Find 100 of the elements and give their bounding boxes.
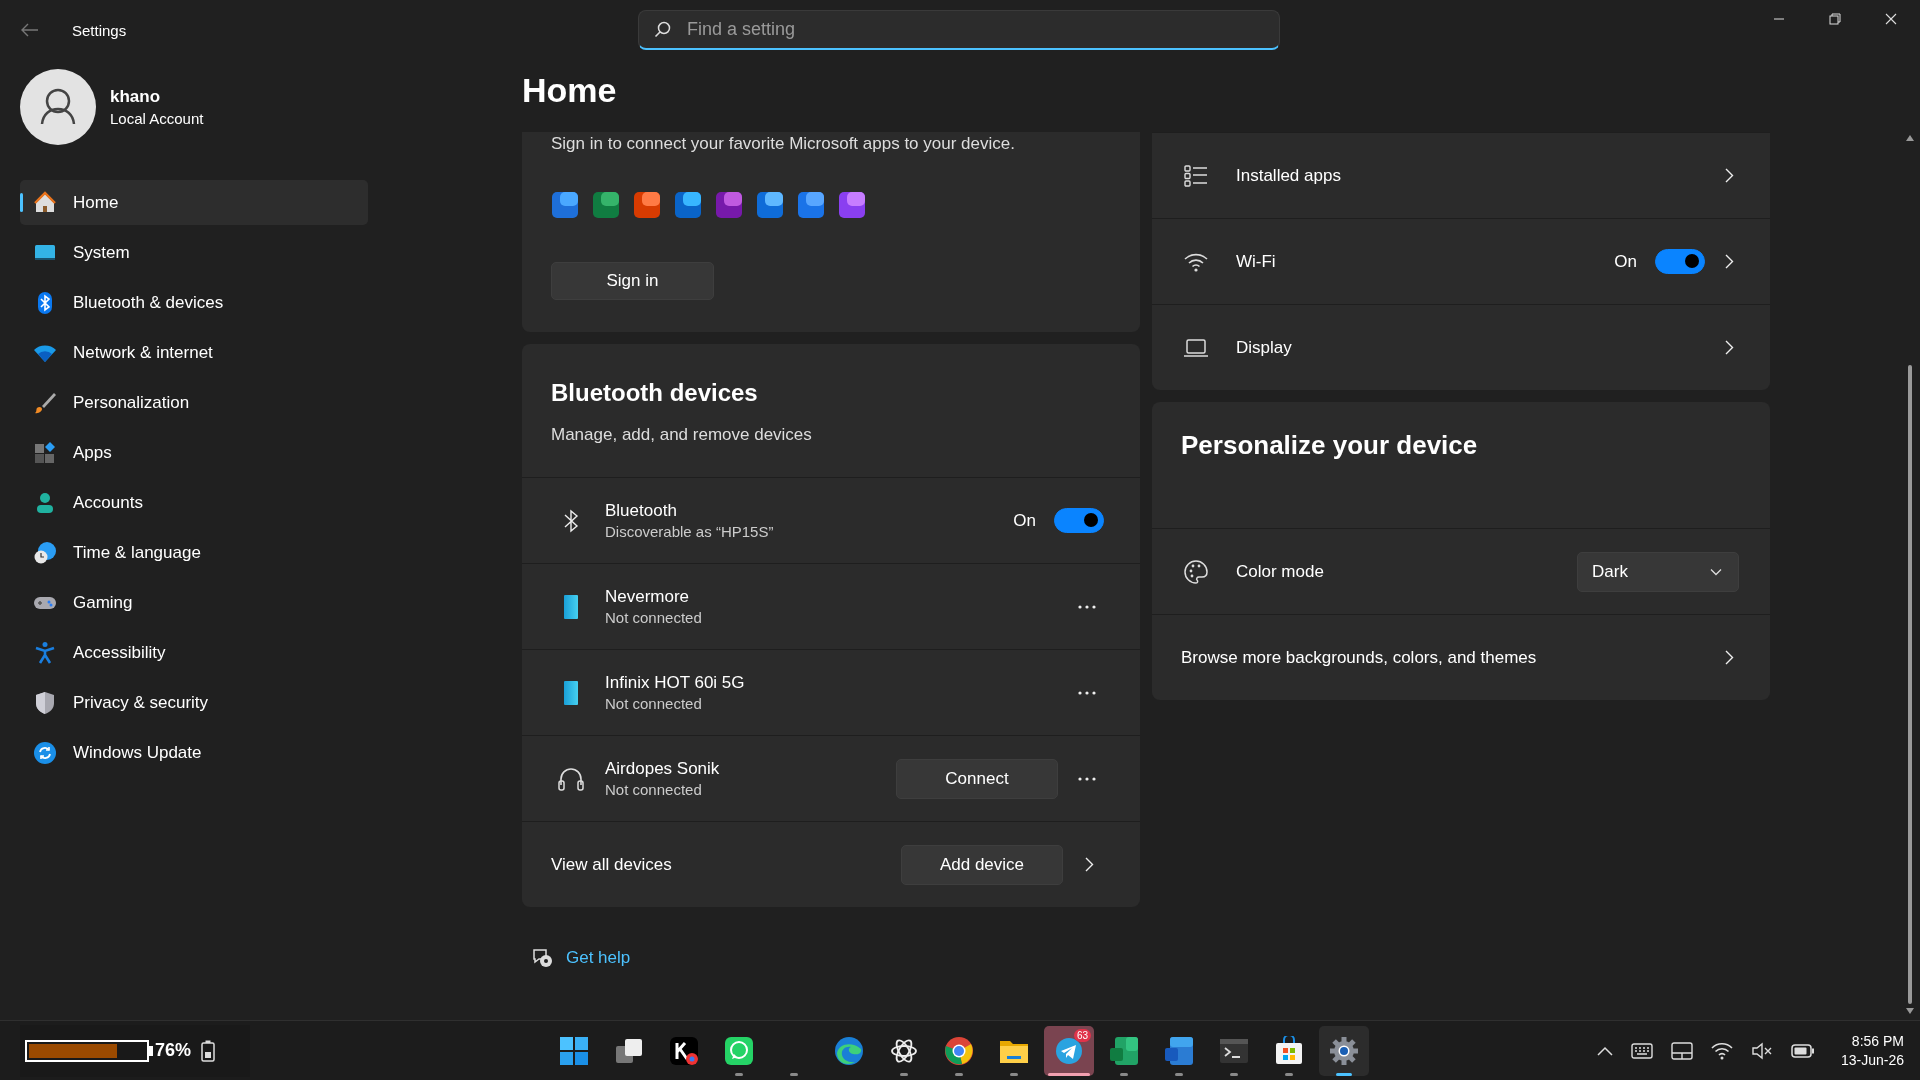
chevron-right-icon[interactable] bbox=[1725, 650, 1734, 665]
sidebar-item[interactable]: Home bbox=[20, 180, 368, 225]
update-icon bbox=[33, 740, 57, 765]
sign-in-text: Sign in to connect your favorite Microsoft apps to your device. bbox=[550, 133, 1016, 155]
back-icon[interactable] bbox=[21, 23, 39, 37]
document-icon bbox=[1164, 1035, 1194, 1066]
sidebar-item[interactable]: System bbox=[20, 230, 368, 275]
globe-clock-icon bbox=[33, 540, 57, 565]
close-icon[interactable] bbox=[1885, 13, 1897, 25]
app-icon bbox=[715, 190, 743, 220]
app-indicator bbox=[1048, 1072, 1090, 1076]
touchpad-icon[interactable] bbox=[1670, 1041, 1693, 1060]
get-help-link[interactable]: Get help bbox=[566, 948, 631, 968]
device-name: Infinix HOT 60i 5G bbox=[605, 673, 746, 693]
app-indicator bbox=[735, 1072, 743, 1076]
page-title: Home bbox=[522, 70, 618, 111]
toggle-switch[interactable] bbox=[1655, 249, 1705, 274]
account-name: khano bbox=[110, 87, 162, 107]
add-device-button[interactable]: Add device bbox=[901, 844, 1063, 885]
sidebar-item[interactable]: Accounts bbox=[20, 480, 368, 525]
keyboard-icon[interactable] bbox=[1630, 1042, 1653, 1059]
chevron-right-icon[interactable] bbox=[1085, 857, 1094, 872]
notification-badge: 63 bbox=[1073, 1028, 1091, 1042]
setting-label: Installed apps bbox=[1236, 165, 1342, 186]
taskbar-button[interactable] bbox=[1319, 1025, 1369, 1076]
taskbar-button[interactable]: 63 bbox=[1044, 1025, 1094, 1076]
app-indicator bbox=[1336, 1072, 1352, 1076]
battery-icon bbox=[201, 1039, 216, 1062]
setting-description: Discoverable as “HP15S” bbox=[605, 523, 775, 540]
device-name: Nevermore bbox=[605, 587, 691, 607]
accessibility-icon bbox=[33, 640, 57, 665]
device-status: Not connected bbox=[605, 781, 703, 798]
more-icon[interactable] bbox=[1078, 776, 1096, 781]
browser-icon bbox=[944, 1035, 974, 1066]
setting-label: Display bbox=[1236, 337, 1293, 358]
sign-in-button[interactable]: Sign in bbox=[551, 262, 714, 300]
chevron-right-icon[interactable] bbox=[1725, 168, 1734, 183]
clock[interactable]: 8:56 PM 13-Jun-26 bbox=[1840, 1031, 1904, 1070]
sidebar-item[interactable]: Accessibility bbox=[20, 630, 368, 675]
card-title: Bluetooth devices bbox=[551, 378, 759, 408]
sidebar-item[interactable]: Network & internet bbox=[20, 330, 368, 375]
sidebar-item[interactable]: Personalization bbox=[20, 380, 368, 425]
browser-icon bbox=[834, 1035, 864, 1066]
browse-themes-link[interactable]: Browse more backgrounds, colors, and themes bbox=[1181, 647, 1705, 668]
help-chat-icon bbox=[531, 947, 553, 969]
sidebar-item[interactable]: Apps bbox=[20, 430, 368, 475]
scroll-up-icon[interactable] bbox=[1906, 135, 1914, 141]
chevron-up-icon[interactable] bbox=[1596, 1045, 1613, 1056]
muted-speaker-icon[interactable] bbox=[1750, 1041, 1773, 1060]
battery-percentage: 76% bbox=[155, 1040, 192, 1061]
chevron-down-icon bbox=[1710, 567, 1722, 576]
app-indicator bbox=[1285, 1072, 1293, 1076]
windows-logo-icon bbox=[559, 1035, 589, 1066]
device-status: Not connected bbox=[605, 609, 703, 626]
card-subtitle: Manage, add, and remove devices bbox=[551, 424, 813, 446]
sidebar-item[interactable]: Gaming bbox=[20, 580, 368, 625]
color-mode-dropdown[interactable]: Dark bbox=[1577, 551, 1739, 592]
more-icon[interactable] bbox=[1078, 690, 1096, 695]
chevron-right-icon[interactable] bbox=[1725, 340, 1734, 355]
toggle-state: On bbox=[1614, 251, 1637, 272]
app-icon bbox=[592, 190, 620, 220]
toggle-state: On bbox=[1013, 510, 1036, 531]
toggle-switch[interactable] bbox=[1054, 508, 1104, 533]
scroll-down-icon[interactable] bbox=[1906, 1008, 1914, 1014]
app-indicator bbox=[790, 1072, 798, 1076]
device-status: Not connected bbox=[605, 695, 703, 712]
window-title: Settings bbox=[72, 21, 127, 39]
sidebar-item[interactable]: Bluetooth & devices bbox=[20, 280, 368, 325]
chat-app-icon bbox=[724, 1035, 754, 1066]
shield-icon bbox=[33, 690, 57, 715]
app-icon bbox=[633, 190, 661, 220]
app-indicator bbox=[900, 1072, 908, 1076]
app-indicator bbox=[1175, 1072, 1183, 1076]
avatar-icon bbox=[20, 69, 96, 145]
restore-icon[interactable] bbox=[1829, 13, 1841, 25]
store-bag-icon bbox=[1274, 1035, 1304, 1066]
scrollbar-thumb[interactable] bbox=[1908, 365, 1912, 1004]
palette-icon bbox=[1181, 558, 1211, 585]
app-icon bbox=[669, 1035, 699, 1066]
sidebar-item[interactable]: Windows Update bbox=[20, 730, 368, 775]
setting-label: Color mode bbox=[1236, 561, 1325, 582]
app-indicator bbox=[1230, 1072, 1238, 1076]
chevron-right-icon[interactable] bbox=[1725, 254, 1734, 269]
sidebar-item[interactable]: Time & language bbox=[20, 530, 368, 575]
account-type: Local Account bbox=[110, 110, 204, 127]
view-all-devices-link[interactable]: View all devices bbox=[551, 854, 901, 875]
apps-icon bbox=[33, 440, 57, 465]
battery-icon[interactable] bbox=[1790, 1043, 1815, 1058]
search-field[interactable]: Find a setting bbox=[638, 10, 1280, 50]
spreadsheet-icon bbox=[1109, 1035, 1139, 1066]
sidebar-item[interactable]: Privacy & security bbox=[20, 680, 368, 725]
wifi-icon[interactable] bbox=[1710, 1041, 1733, 1060]
app-indicator bbox=[955, 1072, 963, 1076]
setting-label: Bluetooth bbox=[605, 501, 678, 521]
app-indicator bbox=[1010, 1072, 1018, 1076]
gear-icon bbox=[1329, 1035, 1359, 1066]
more-icon[interactable] bbox=[1078, 604, 1096, 609]
app-icon bbox=[551, 190, 579, 220]
connect-button[interactable]: Connect bbox=[896, 758, 1058, 799]
brush-icon bbox=[33, 390, 57, 415]
